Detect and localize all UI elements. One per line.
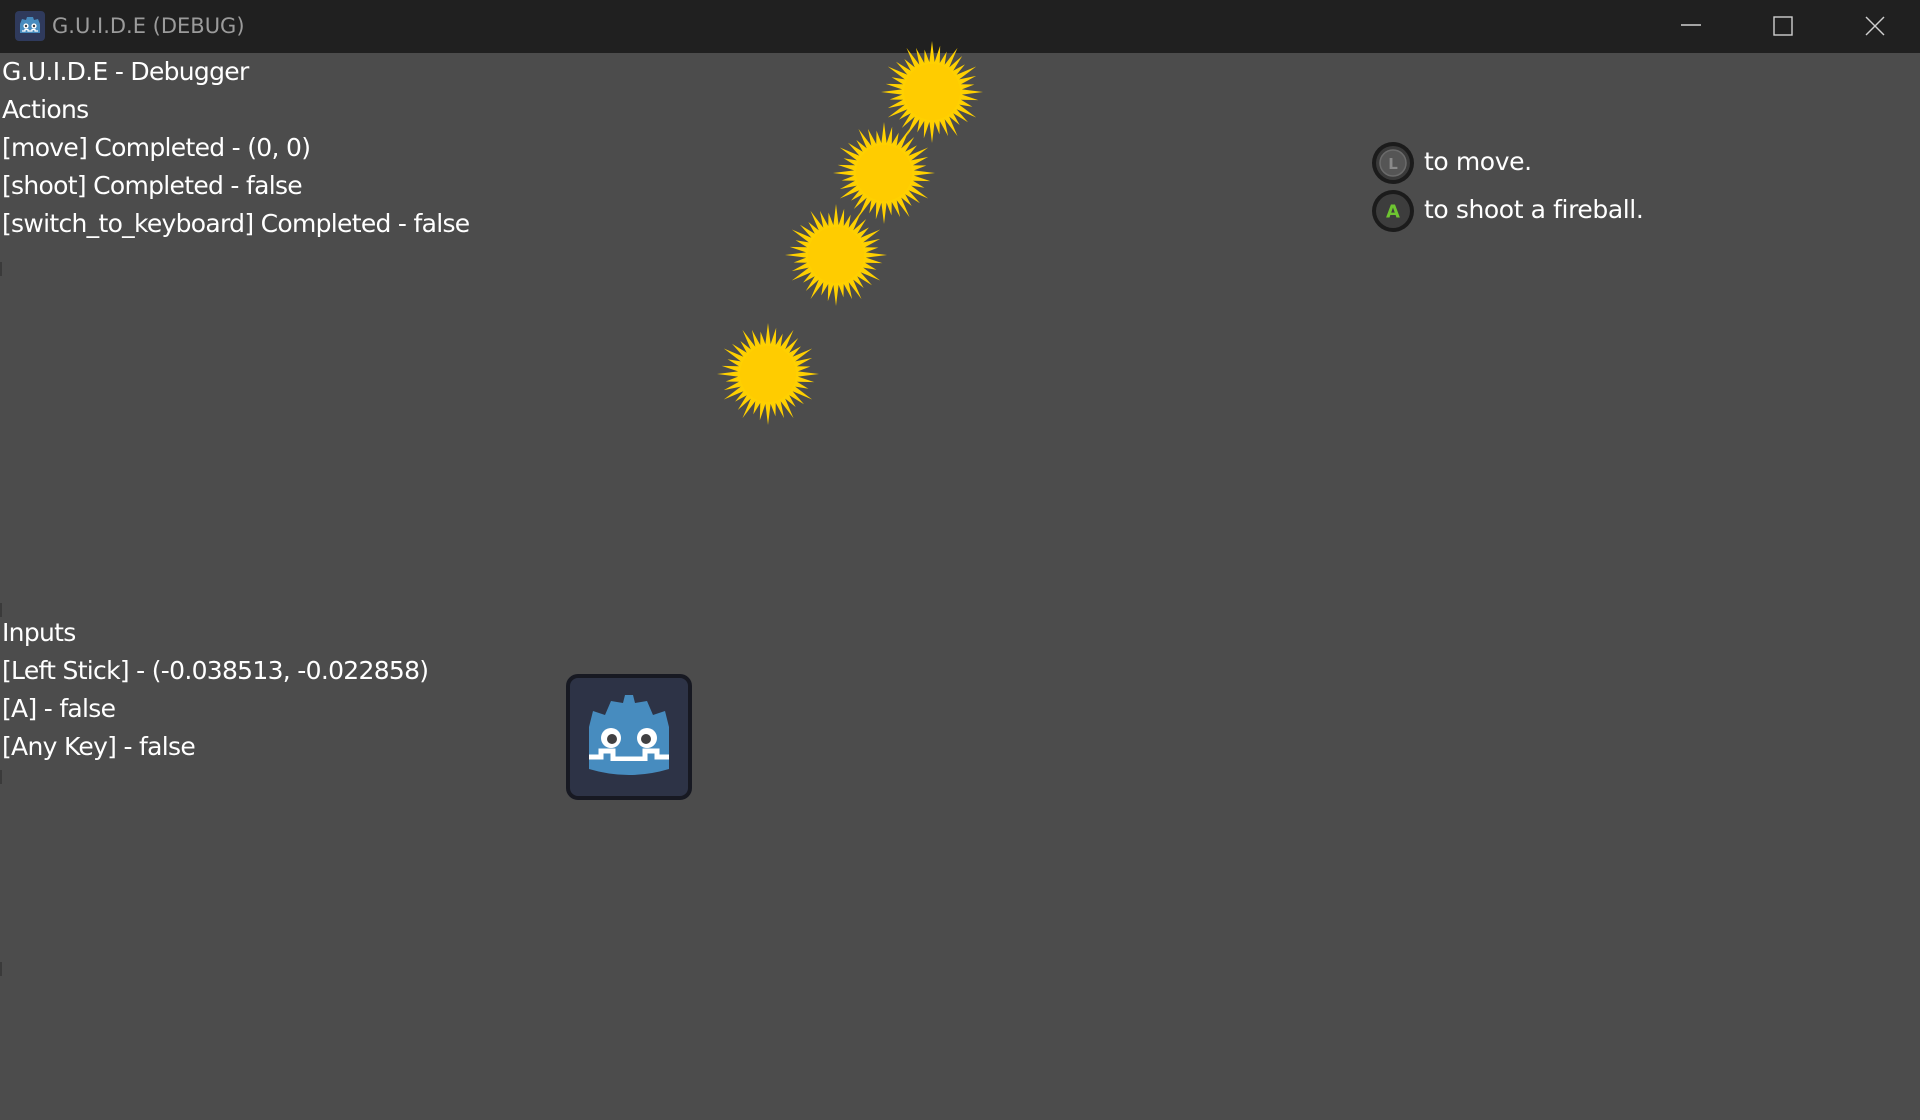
a-button-icon: A [1372,190,1414,232]
hint-shoot-text: to shoot a fireball. [1424,195,1644,224]
edge-mark [0,262,2,276]
close-button[interactable] [1829,0,1920,53]
action-switch-to-keyboard-status: [switch_to_keyboard] Completed - false [2,209,470,238]
maximize-button[interactable] [1737,0,1829,53]
left-stick-glyph-label: L [1388,155,1398,173]
input-left-stick-value: [Left Stick] - (-0.038513, -0.022858) [2,656,429,685]
action-move-status: [move] Completed - (0, 0) [2,133,311,162]
maximize-icon [1773,16,1793,36]
player-godot-robot-icon [566,674,692,800]
debugger-heading: G.U.I.D.E - Debugger [2,57,249,86]
godot-icon [15,11,45,41]
hint-move-text: to move. [1424,147,1532,176]
edge-mark [0,962,2,976]
edge-mark [0,770,2,784]
minimize-button[interactable] [1645,0,1737,53]
a-button-glyph-label: A [1386,202,1400,223]
edge-mark [0,603,2,617]
close-icon [1865,16,1885,36]
fireball [785,204,887,306]
left-stick-icon: L [1372,142,1414,184]
input-a-value: [A] - false [2,694,116,723]
actions-heading: Actions [2,95,89,124]
window-title: G.U.I.D.E (DEBUG) [52,14,245,38]
inputs-heading: Inputs [2,618,76,647]
input-any-key-value: [Any Key] - false [2,732,196,761]
fireball [717,323,819,425]
game-window: G.U.I.D.E (DEBUG) G.U.I.D.E - Debugger A… [0,0,1920,1120]
minimize-icon [1681,24,1701,26]
action-shoot-status: [shoot] Completed - false [2,171,303,200]
